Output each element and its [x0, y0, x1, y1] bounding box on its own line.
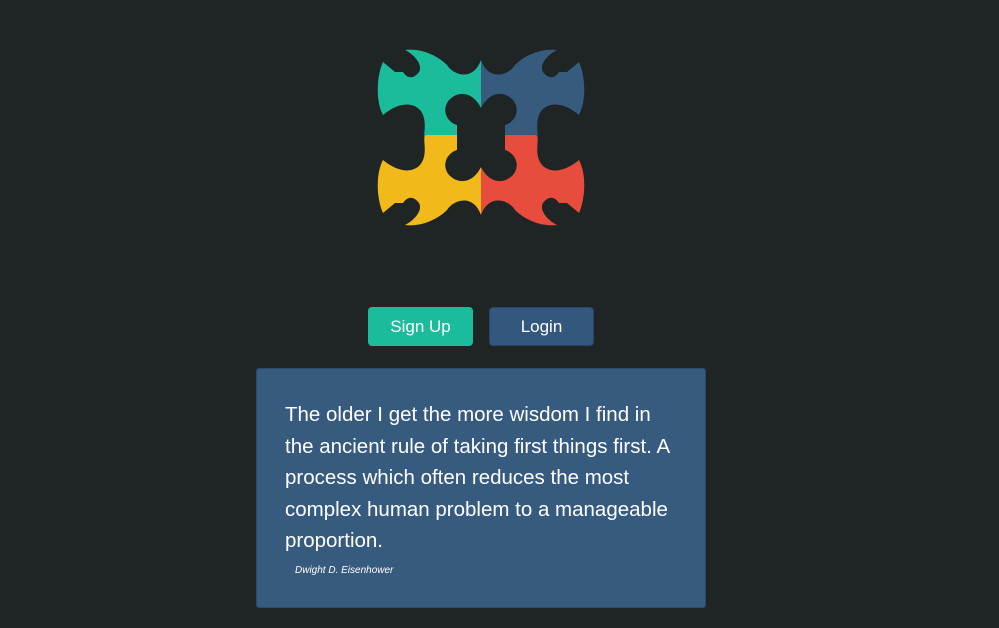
logo [375, 30, 587, 245]
logo-petal-teal [377, 49, 481, 140]
auth-buttons: Sign Up Login [368, 307, 594, 346]
landing-page: Sign Up Login The older I get the more w… [0, 0, 999, 628]
logo-petal-red [481, 135, 585, 226]
signup-button[interactable]: Sign Up [368, 307, 473, 346]
quote-card: The older I get the more wisdom I find i… [256, 368, 706, 608]
logo-petal-blue [481, 49, 585, 140]
quote-author: Dwight D. Eisenhower [295, 564, 394, 576]
quatrefoil-logo-icon [377, 49, 585, 226]
logo-petal-yellow [377, 135, 481, 226]
quote-text: The older I get the more wisdom I find i… [285, 403, 670, 552]
login-button[interactable]: Login [489, 307, 594, 346]
